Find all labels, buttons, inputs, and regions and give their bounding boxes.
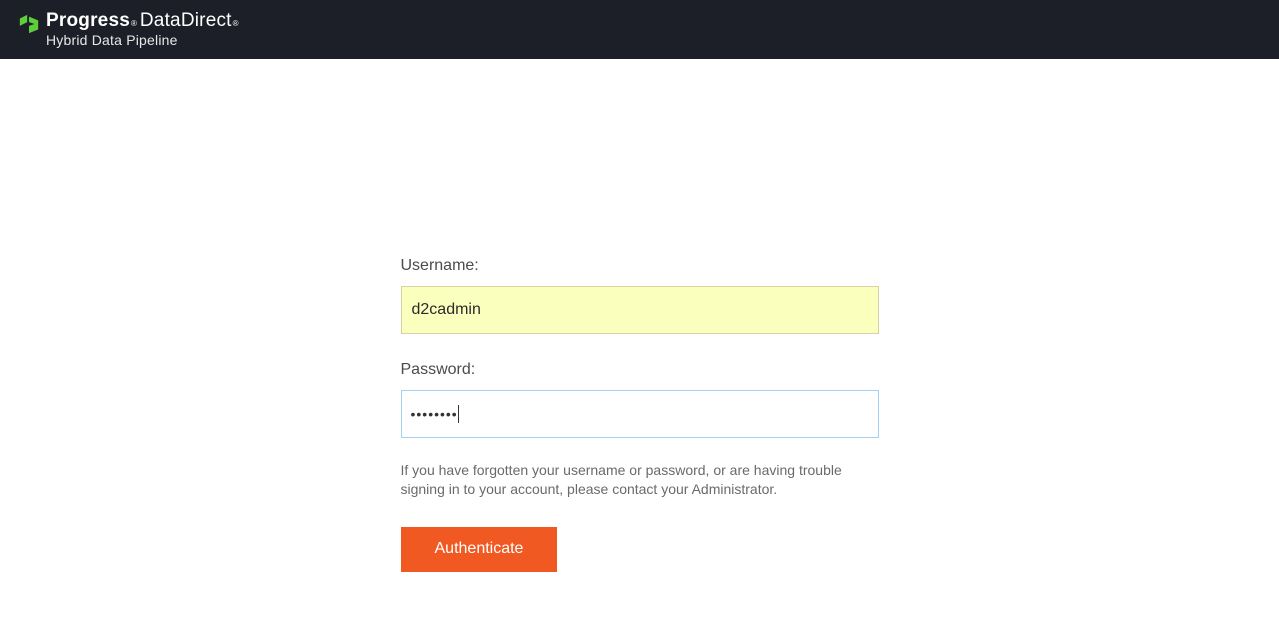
login-form: Username: Password: •••••••• If you have… bbox=[401, 257, 879, 572]
authenticate-button[interactable]: Authenticate bbox=[401, 527, 558, 572]
password-label: Password: bbox=[401, 361, 879, 379]
brand-primary: Progress bbox=[46, 11, 130, 32]
progress-logo-icon bbox=[18, 13, 40, 35]
brand-subtitle: Hybrid Data Pipeline bbox=[46, 33, 239, 48]
username-input[interactable] bbox=[401, 286, 879, 334]
help-text: If you have forgotten your username or p… bbox=[401, 461, 879, 499]
registered-mark-2: ® bbox=[233, 20, 239, 29]
main-content: Username: Password: •••••••• If you have… bbox=[0, 59, 1279, 572]
registered-mark: ® bbox=[131, 20, 137, 29]
username-label: Username: bbox=[401, 257, 879, 275]
password-input[interactable] bbox=[401, 390, 879, 438]
brand-text: Progress® DataDirect® Hybrid Data Pipeli… bbox=[46, 11, 239, 48]
username-group: Username: bbox=[401, 257, 879, 334]
brand-secondary: DataDirect bbox=[140, 11, 232, 32]
app-header: Progress® DataDirect® Hybrid Data Pipeli… bbox=[0, 0, 1279, 59]
password-group: Password: •••••••• bbox=[401, 361, 879, 438]
brand-logo: Progress® DataDirect® Hybrid Data Pipeli… bbox=[18, 11, 239, 48]
